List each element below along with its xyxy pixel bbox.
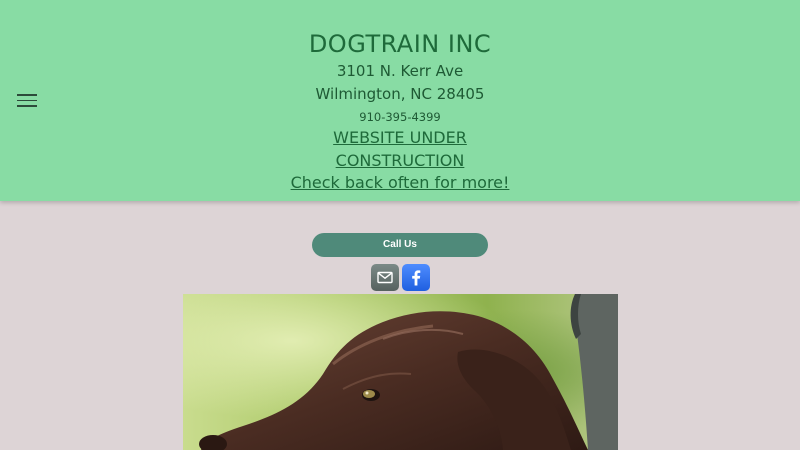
- dog-photo-image: [183, 294, 618, 450]
- address-street: 3101 N. Kerr Ave: [336, 62, 464, 80]
- menu-line: [17, 105, 37, 107]
- envelope-icon: [377, 271, 393, 284]
- site-header: DOGTRAIN INC 3101 N. Kerr Ave Wilmington…: [0, 0, 800, 201]
- check-back-link[interactable]: Check back often for more!: [0, 173, 800, 192]
- dog-photo: [183, 294, 618, 450]
- site-title: DOGTRAIN INC: [308, 30, 492, 58]
- address-city: Wilmington, NC 28405: [315, 85, 485, 103]
- facebook-button[interactable]: [402, 264, 430, 291]
- facebook-icon: [412, 270, 421, 286]
- phone-number: 910-395-4399: [359, 110, 441, 124]
- construction-notice-link[interactable]: CONSTRUCTION: [0, 151, 800, 170]
- construction-notice-link[interactable]: WEBSITE UNDER: [0, 128, 800, 147]
- call-us-button[interactable]: Call Us: [312, 233, 488, 257]
- email-button[interactable]: [371, 264, 399, 291]
